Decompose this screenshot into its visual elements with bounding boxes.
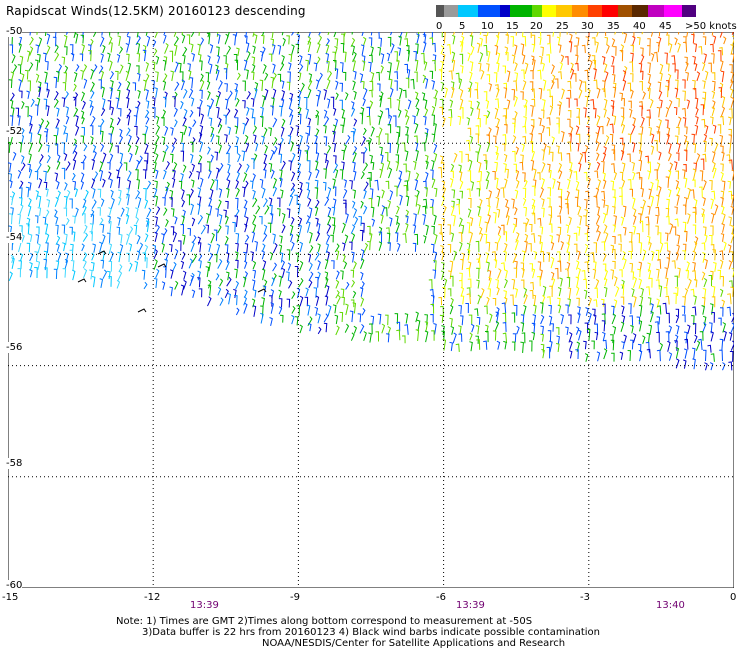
note-line-2: 3)Data buffer is 22 hrs from 20160123 4)…: [142, 627, 600, 638]
pass-time-label: 13:39: [190, 600, 219, 611]
colorbar-label: 40: [633, 21, 646, 32]
pass-time-label: 13:39: [456, 600, 485, 611]
lon-tick-label: -9: [290, 592, 300, 603]
lon-tick-label: -3: [580, 592, 590, 603]
colorbar-swatch: [618, 5, 632, 17]
lon-tick-label: -12: [144, 592, 161, 603]
note-line-3: NOAA/NESDIS/Center for Satellite Applica…: [262, 638, 566, 649]
pass-time-label: 13:40: [656, 600, 685, 611]
lat-tick-label: -54: [6, 232, 23, 243]
colorbar-swatch: [664, 5, 682, 17]
colorbar-swatch: [436, 5, 444, 17]
lat-tick-label: -50: [6, 26, 23, 37]
lon-tick-label: -6: [436, 592, 446, 603]
map-title: Rapidscat Winds(12.5KM) 20160123 descend…: [6, 4, 306, 18]
colorbar-swatch: [458, 5, 478, 17]
lat-tick-label: -58: [6, 458, 23, 469]
lon-tick-label: -15: [2, 592, 19, 603]
colorbar-label: 5: [459, 21, 466, 32]
lat-tick-label: -60: [6, 580, 23, 591]
colorbar-label: 45: [659, 21, 672, 32]
colorbar-swatch: [632, 5, 648, 17]
colorbar-swatch: [542, 5, 556, 17]
colorbar-label: 15: [506, 21, 519, 32]
colorbar-swatch: [500, 5, 510, 17]
map-frame: [8, 32, 734, 588]
colorbar-swatch: [572, 5, 588, 17]
colorbar-swatch: [532, 5, 542, 17]
lat-tick-label: -56: [6, 342, 23, 353]
colorbar-swatch: [444, 5, 458, 17]
note-line-1: Note: 1) Times are GMT 2)Times along bot…: [116, 616, 533, 627]
colorbar-label: >50 knots: [685, 21, 737, 32]
colorbar-swatch: [556, 5, 572, 17]
colorbar-label: 35: [607, 21, 620, 32]
colorbar-label: 0: [436, 21, 443, 32]
colorbar-label: 20: [530, 21, 543, 32]
colorbar-swatch: [602, 5, 618, 17]
colorbar-swatch: [648, 5, 664, 17]
colorbar-swatch: [588, 5, 602, 17]
lat-tick-label: -52: [6, 126, 23, 137]
colorbar-label: 10: [481, 21, 494, 32]
colorbar-label: 25: [556, 21, 569, 32]
lon-tick-label: 0: [730, 592, 737, 603]
colorbar-swatch: [682, 5, 696, 17]
colorbar-swatch: [478, 5, 500, 17]
colorbar-label: 30: [581, 21, 594, 32]
wind-speed-colorbar: 0 5 10 15 20 25 30 35 40 45 >50 knots: [436, 4, 737, 34]
colorbar-swatch: [510, 5, 532, 17]
wind-barb-map: [8, 32, 734, 588]
